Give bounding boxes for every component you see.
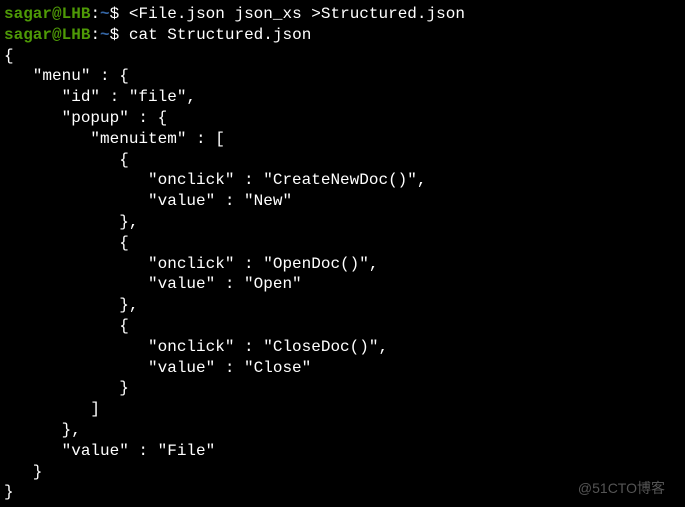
output-line: "value" : "New": [4, 191, 681, 212]
prompt-user: sagar: [4, 26, 52, 44]
output-line: },: [4, 212, 681, 233]
output-line: {: [4, 46, 681, 67]
prompt-user: sagar: [4, 5, 52, 23]
command-1[interactable]: <File.json json_xs >Structured.json: [129, 5, 465, 23]
output-line: {: [4, 316, 681, 337]
output-line: "onclick" : "CloseDoc()",: [4, 337, 681, 358]
output-line: "onclick" : "CreateNewDoc()",: [4, 170, 681, 191]
output-line: }: [4, 378, 681, 399]
command-2[interactable]: cat Structured.json: [129, 26, 311, 44]
prompt-dollar: $: [110, 26, 129, 44]
output-line: "value" : "Close": [4, 358, 681, 379]
prompt-line-2: sagar@LHB:~$ cat Structured.json: [4, 25, 681, 46]
output-line: "id" : "file",: [4, 87, 681, 108]
output-line: {: [4, 233, 681, 254]
prompt-dollar: $: [110, 5, 129, 23]
output-line: },: [4, 295, 681, 316]
output-line: ]: [4, 399, 681, 420]
prompt-host: LHB: [62, 26, 91, 44]
output-line: {: [4, 150, 681, 171]
prompt-colon: :: [90, 26, 100, 44]
output-line: "menu" : {: [4, 66, 681, 87]
output-line: "value" : "File": [4, 441, 681, 462]
prompt-host: LHB: [62, 5, 91, 23]
output-line: "value" : "Open": [4, 274, 681, 295]
output-line: "menuitem" : [: [4, 129, 681, 150]
prompt-line-1: sagar@LHB:~$ <File.json json_xs >Structu…: [4, 4, 681, 25]
prompt-path: ~: [100, 26, 110, 44]
output-line: "onclick" : "OpenDoc()",: [4, 254, 681, 275]
output-line: "popup" : {: [4, 108, 681, 129]
output-line: },: [4, 420, 681, 441]
prompt-at: @: [52, 5, 62, 23]
prompt-at: @: [52, 26, 62, 44]
watermark: @51CTO博客: [578, 479, 665, 497]
prompt-colon: :: [90, 5, 100, 23]
prompt-path: ~: [100, 5, 110, 23]
